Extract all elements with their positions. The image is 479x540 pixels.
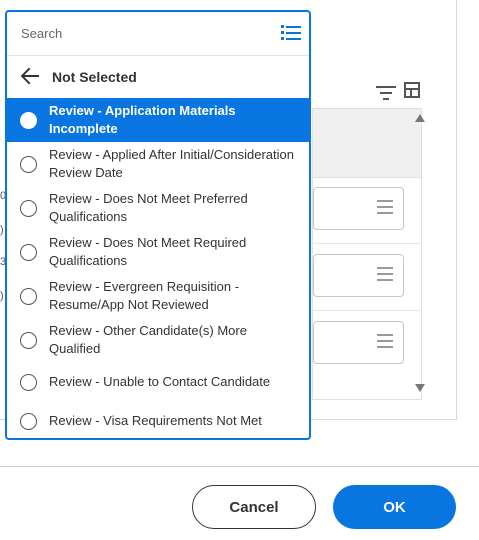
option-applied-after-review-date[interactable]: Review - Applied After Initial/Considera… <box>7 142 309 186</box>
category-title: Not Selected <box>52 69 137 85</box>
grid-header <box>313 109 421 178</box>
option-not-meet-preferred[interactable]: Review - Does Not Meet Preferred Qualifi… <box>7 186 309 230</box>
grid-row-divider <box>313 243 421 244</box>
radio-icon <box>20 331 37 349</box>
footer-divider <box>0 466 479 467</box>
prompt-list-icon <box>377 267 393 282</box>
radio-icon <box>20 155 37 173</box>
option-application-materials-incomplete[interactable]: Review - Application Materials Incomplet… <box>7 98 309 142</box>
prompt-list-icon <box>377 200 393 215</box>
option-not-meet-required[interactable]: Review - Does Not Meet Required Qualific… <box>7 230 309 274</box>
options-list: Review - Application Materials Incomplet… <box>7 98 309 438</box>
option-label: Review - Does Not Meet Required Qualific… <box>49 235 247 268</box>
category-header: Not Selected <box>7 55 309 98</box>
option-label: Review - Application Materials Incomplet… <box>49 103 236 136</box>
filter-icon[interactable] <box>376 86 396 102</box>
option-other-candidates-more-qualified[interactable]: Review - Other Candidate(s) More Qualifi… <box>7 318 309 362</box>
option-label: Review - Evergreen Requisition - Resume/… <box>49 279 240 312</box>
grid-prompt-field[interactable] <box>313 321 404 364</box>
grid-scrollbar[interactable] <box>410 108 430 398</box>
radio-icon <box>20 287 37 305</box>
ok-button[interactable]: OK <box>333 485 456 529</box>
option-evergreen-requisition[interactable]: Review - Evergreen Requisition - Resume/… <box>7 274 309 318</box>
radio-icon <box>20 243 37 261</box>
data-grid <box>312 108 422 400</box>
option-label: Review - Unable to Contact Candidate <box>49 374 271 389</box>
cancel-button[interactable]: Cancel <box>192 485 316 529</box>
option-visa-requirements[interactable]: Review - Visa Requirements Not Met <box>7 402 309 438</box>
grid-prompt-field[interactable] <box>313 187 404 230</box>
option-label: Review - Visa Requirements Not Met <box>49 413 262 428</box>
scroll-down-icon[interactable] <box>415 384 425 392</box>
radio-icon <box>20 111 37 129</box>
radio-icon <box>20 199 37 217</box>
grid-prompt-field[interactable] <box>313 254 404 297</box>
clipped-text-fragment: ) <box>0 224 4 236</box>
radio-icon <box>20 373 37 391</box>
list-view-icon[interactable] <box>281 25 301 41</box>
option-label: Review - Does Not Meet Preferred Qualifi… <box>49 191 248 224</box>
option-label: Review - Applied After Initial/Considera… <box>49 147 294 180</box>
radio-icon <box>20 412 37 430</box>
back-arrow-icon[interactable] <box>19 65 41 87</box>
grid-row-divider <box>313 310 421 311</box>
search-row <box>7 12 309 56</box>
prompt-list-icon <box>377 334 393 349</box>
prompt-dropdown: Not Selected Review - Application Materi… <box>5 10 311 440</box>
clipped-text-fragment: ) <box>0 290 4 302</box>
option-label: Review - Other Candidate(s) More Qualifi… <box>49 323 247 356</box>
search-input[interactable] <box>21 24 251 42</box>
option-unable-to-contact[interactable]: Review - Unable to Contact Candidate <box>7 362 309 402</box>
grid-layout-icon[interactable] <box>404 82 420 98</box>
scroll-up-icon[interactable] <box>415 114 425 122</box>
